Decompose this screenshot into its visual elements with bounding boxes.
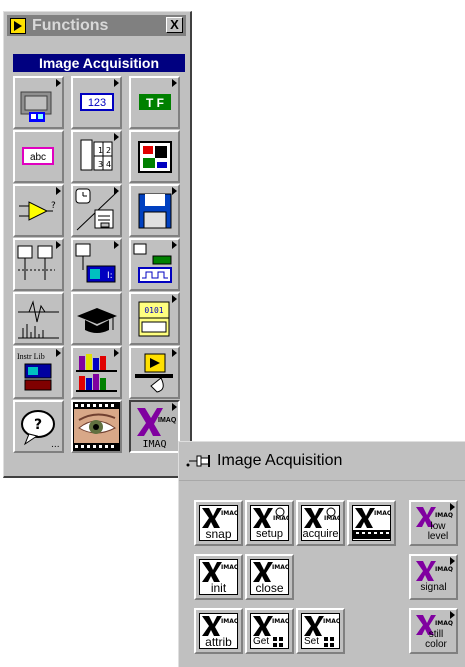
svg-text:3: 3 <box>98 160 103 169</box>
functions-titlebar[interactable]: Functions X <box>7 15 186 36</box>
string-icon[interactable]: abc <box>13 130 64 183</box>
low-level-label: low level <box>427 521 449 542</box>
graduation-cap-icon[interactable] <box>71 292 122 345</box>
help-icon[interactable]: ? ... <box>13 400 64 453</box>
svg-text:2: 2 <box>106 146 111 155</box>
analysis-icon[interactable] <box>13 292 64 345</box>
svg-text:1: 1 <box>98 146 103 155</box>
svg-text:IMAQ: IMAQ <box>221 564 237 571</box>
instr-lib-text: Instr Lib <box>17 352 45 361</box>
svg-text:IMAQ: IMAQ <box>435 566 453 573</box>
attrib-label: attrib <box>205 635 232 649</box>
imaq-sequence-button[interactable]: IMAQ <box>347 500 396 546</box>
svg-text:IMAQ: IMAQ <box>221 618 237 625</box>
image-acquisition-titlebar[interactable]: Image Acquisition <box>179 442 465 481</box>
boolean-icon[interactable]: T F <box>129 76 180 129</box>
snap-label: snap <box>205 527 232 541</box>
communication-icon[interactable]: 0101 <box>129 292 180 345</box>
init-label: init <box>210 581 227 595</box>
image-acquisition-palette: Image Acquisition IMAQ snap IMAQ setup I… <box>178 441 465 667</box>
svg-text:I:: I: <box>107 271 113 281</box>
acquire-label: acquire <box>302 528 339 540</box>
imaq-close-button[interactable]: IMAQ close <box>245 554 294 600</box>
imaq-snap-button[interactable]: IMAQ snap <box>194 500 243 546</box>
svg-text:...: ... <box>51 440 60 450</box>
array-icon[interactable]: 12 34 <box>71 130 122 183</box>
imaq-palette-icon[interactable]: IMAQ IMAQ <box>129 400 180 453</box>
select-vi-icon[interactable] <box>129 346 180 399</box>
structures-icon[interactable] <box>13 76 64 129</box>
functions-palette: Functions X Image Acquisition 123 T F ab… <box>3 11 192 478</box>
floppy-disk-icon[interactable] <box>129 184 180 237</box>
close-button[interactable]: X <box>166 17 183 33</box>
numeric-icon-text: 123 <box>88 97 106 109</box>
get-label: Get <box>253 636 270 647</box>
imaq-init-button[interactable]: IMAQ init <box>194 554 243 600</box>
string-icon-text: abc <box>30 152 46 163</box>
functions-title: Functions <box>32 16 109 34</box>
pushpin-icon[interactable] <box>185 453 215 469</box>
imaq-set-button[interactable]: IMAQ Set <box>296 608 345 654</box>
close-label: close <box>255 581 284 595</box>
svg-text:IMAQ: IMAQ <box>324 515 339 522</box>
image-acquisition-title: Image Acquisition <box>217 452 343 469</box>
imaq-get-button[interactable]: IMAQ Get <box>245 608 294 654</box>
labview-icon <box>10 17 26 34</box>
signal-label: signal <box>420 582 447 593</box>
svg-text:IMAQ: IMAQ <box>435 512 453 519</box>
svg-text:IMAQ: IMAQ <box>272 564 288 571</box>
imaq-label: IMAQ <box>142 439 167 450</box>
svg-text:IMAQ: IMAQ <box>323 618 339 625</box>
svg-text:?: ? <box>51 201 56 211</box>
svg-text:IMAQ: IMAQ <box>435 620 453 627</box>
numeric-icon[interactable]: 123 <box>71 76 122 129</box>
imaq-signal-button[interactable]: IMAQ signal <box>409 554 458 600</box>
svg-text:IMAQ: IMAQ <box>374 510 390 517</box>
eye-image-icon[interactable] <box>71 400 122 453</box>
svg-text:IMAQ: IMAQ <box>272 618 288 625</box>
svg-text:4: 4 <box>106 160 111 169</box>
instrument-io-icon[interactable]: Instr Lib <box>13 346 64 399</box>
imaq-acquire-button[interactable]: IMAQ acquire <box>296 500 345 546</box>
still-color-label: still color <box>425 629 447 650</box>
imaq-still-color-button[interactable]: IMAQ still color <box>409 608 458 654</box>
setup-label: setup <box>256 528 283 540</box>
svg-text:0101: 0101 <box>144 306 163 315</box>
set-label: Set <box>304 636 320 647</box>
imaq-setup-button[interactable]: IMAQ setup <box>245 500 294 546</box>
subpalette-title: Image Acquisition <box>13 54 185 72</box>
imaq-tag-text: IMAQ <box>158 417 177 424</box>
svg-text:?: ? <box>34 417 42 433</box>
user-libraries-icon[interactable] <box>71 346 122 399</box>
imaq-attrib-button[interactable]: IMAQ attrib <box>194 608 243 654</box>
comparison-icon[interactable]: ? <box>13 184 64 237</box>
daq-icon[interactable] <box>13 238 64 291</box>
svg-text:IMAQ: IMAQ <box>221 510 237 517</box>
svg-text:IMAQ: IMAQ <box>273 515 288 522</box>
cluster-icon[interactable] <box>129 130 180 183</box>
daq-pulse-icon[interactable] <box>129 238 180 291</box>
boolean-icon-text: T F <box>146 96 164 110</box>
daq-waveform-icon[interactable]: I: <box>71 238 122 291</box>
imaq-low-level-button[interactable]: IMAQ low level <box>409 500 458 546</box>
time-dialog-icon[interactable] <box>71 184 122 237</box>
